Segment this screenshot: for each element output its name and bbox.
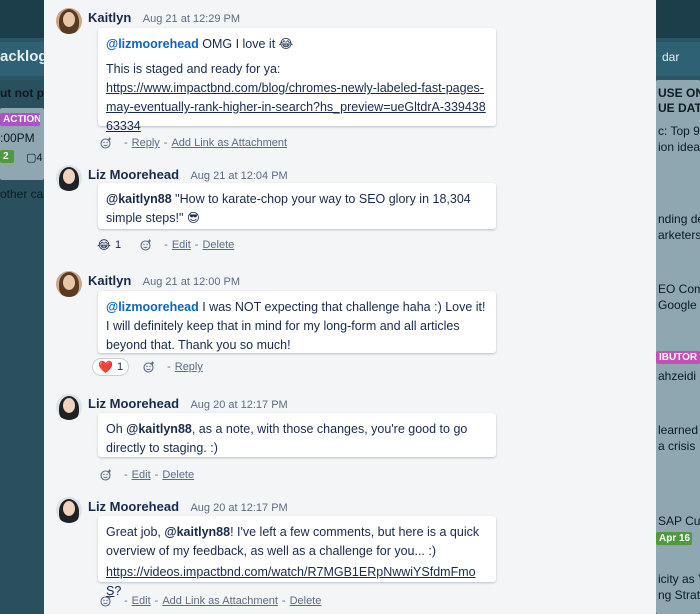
card-detail-modal: Kaitlyn Aug 21 at 12:29 PM @lizmoorehead…	[44, 0, 656, 614]
avatar[interactable]	[56, 271, 82, 297]
comment-author[interactable]: Liz Moorehead	[88, 499, 179, 514]
mention[interactable]: @lizmoorehead	[106, 300, 199, 314]
bg-right-11: a crisis	[658, 439, 696, 453]
comment-author[interactable]: Kaitlyn	[88, 10, 131, 25]
bg-right-2: UE DAT	[658, 101, 700, 115]
comment-body: @kaitlyn88 "How to karate-chop your way …	[98, 183, 496, 229]
label-action: ACTION	[0, 113, 40, 126]
bg-right-13: icity as Y	[658, 572, 700, 586]
bg-right-4: ion ideas	[658, 140, 700, 154]
bg-right-14: ng Strate	[658, 588, 700, 602]
avatar[interactable]	[56, 394, 82, 420]
add-reaction-icon[interactable]	[143, 361, 155, 373]
comment-link[interactable]: https://www.impactbnd.com/blog/chromes-n…	[106, 79, 488, 136]
reaction-count: 1	[116, 361, 124, 373]
bg-right-3: c: Top 9 p	[658, 124, 700, 138]
comment-author[interactable]: Liz Moorehead	[88, 167, 179, 182]
comment-bubble-icon: ▢	[26, 152, 37, 164]
reaction-badge[interactable]: 😂 1	[92, 236, 126, 254]
delete-button[interactable]: Delete	[290, 595, 322, 607]
delete-button[interactable]: Delete	[162, 469, 194, 481]
calendar-button[interactable]: dar	[656, 50, 700, 64]
edit-button[interactable]: Edit	[172, 239, 191, 251]
comment-body: Oh @kaitlyn88, as a note, with those cha…	[98, 413, 496, 457]
mention[interactable]: @kaitlyn88	[106, 192, 172, 206]
bg-card-title: ut not pr	[0, 86, 44, 100]
delete-button[interactable]: Delete	[202, 239, 234, 251]
mention[interactable]: @lizmoorehead	[106, 37, 199, 51]
comment-time[interactable]: Aug 20 at 12:17 PM	[190, 399, 287, 411]
comment-time[interactable]: Aug 21 at 12:04 PM	[190, 170, 287, 182]
reply-button[interactable]: Reply	[132, 137, 160, 149]
heart-emoji-icon: ❤️	[98, 360, 113, 374]
comment-body: Great job, @kaitlyn88! I've left a few c…	[98, 516, 496, 598]
bg-comment-count: ▢4	[26, 152, 43, 164]
add-link-attachment-button[interactable]: Add Link as Attachment	[162, 595, 278, 607]
bg-right-1: USE ON	[658, 86, 700, 100]
edit-button[interactable]: Edit	[132, 595, 151, 607]
bg-right-8: Google	[658, 298, 697, 312]
comment-time[interactable]: Aug 21 at 12:29 PM	[143, 13, 240, 25]
avatar[interactable]	[56, 8, 82, 34]
comment-actions: - Reply - Add Link as Attachment	[100, 135, 287, 151]
comment-actions: 😂 1 - Edit - Delete	[92, 237, 234, 253]
label-contributor: IBUTOR	[656, 351, 700, 364]
bg-right-10: learned	[658, 423, 699, 437]
comment-actions: - Edit - Delete	[100, 467, 194, 483]
bg-right-5: nding de	[658, 212, 700, 226]
bg-right-9: ahzeidi -	[658, 369, 700, 383]
reaction-count: 1	[115, 239, 122, 251]
comment-body: @lizmoorehead OMG I love it 😂 This is st…	[98, 28, 496, 133]
comment-actions: ❤️ 1 - Reply	[92, 358, 203, 376]
add-reaction-icon[interactable]	[100, 469, 112, 481]
bg-card-other: other ca	[0, 187, 44, 201]
avatar[interactable]	[56, 165, 82, 191]
edit-button[interactable]: Edit	[132, 469, 151, 481]
label-date: Apr 16	[656, 532, 692, 545]
bg-right-12: SAP Cult	[658, 514, 700, 528]
comment-time[interactable]: Aug 20 at 12:17 PM	[190, 502, 287, 514]
reply-button[interactable]: Reply	[175, 361, 203, 373]
label-count: 2	[0, 150, 14, 163]
avatar[interactable]	[56, 497, 82, 523]
add-reaction-icon[interactable]	[140, 239, 152, 251]
add-reaction-icon[interactable]	[100, 137, 112, 149]
bg-right-7: EO Com	[658, 282, 700, 296]
comment-author[interactable]: Liz Moorehead	[88, 396, 179, 411]
bg-card-time: :00PM	[0, 131, 35, 145]
comment-actions: - Edit - Add Link as Attachment - Delete	[100, 593, 321, 609]
add-reaction-icon[interactable]	[100, 595, 112, 607]
comment-body: @lizmoorehead I was NOT expecting that c…	[98, 291, 496, 353]
mention[interactable]: @kaitlyn88	[164, 525, 230, 539]
board-title: acklog	[0, 48, 44, 65]
comment-time[interactable]: Aug 21 at 12:00 PM	[143, 276, 240, 288]
add-link-attachment-button[interactable]: Add Link as Attachment	[171, 137, 287, 149]
bg-right-6: arketers	[658, 228, 700, 242]
comment-text: This is staged and ready for ya:	[106, 62, 281, 76]
reaction-badge[interactable]: ❤️ 1	[92, 358, 130, 376]
mention[interactable]: @kaitlyn88	[126, 422, 192, 436]
comment-author[interactable]: Kaitlyn	[88, 273, 131, 288]
laughing-emoji-icon: 😂	[97, 238, 112, 252]
